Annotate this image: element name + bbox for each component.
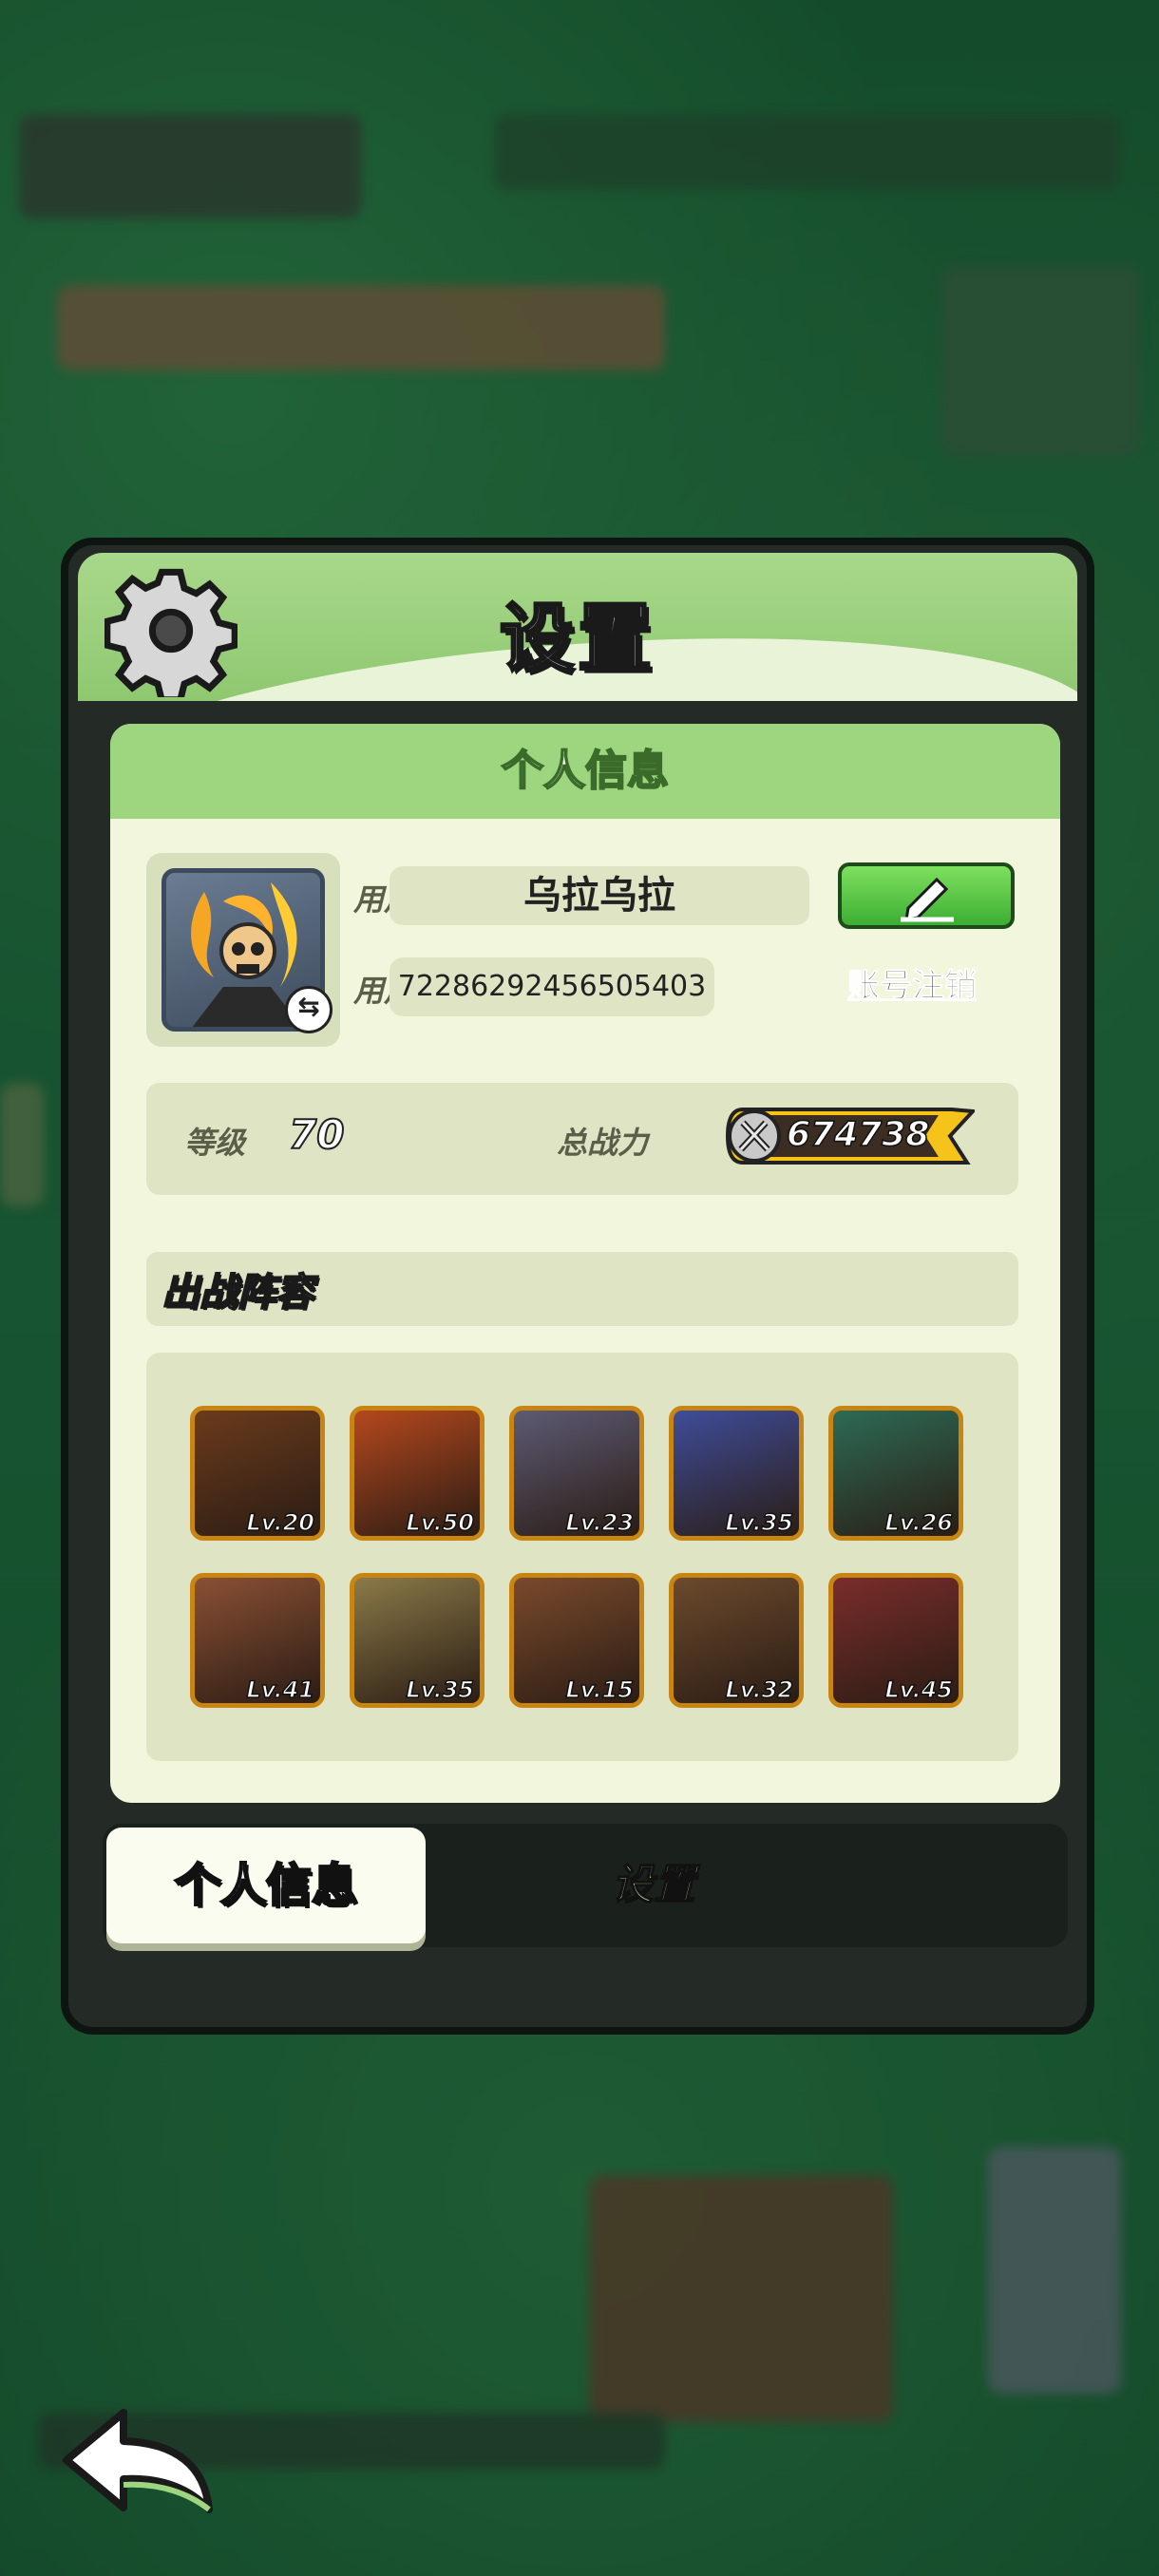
- power-badge: 674738: [724, 1106, 975, 1166]
- hero-slot-9[interactable]: Lv.32: [669, 1573, 804, 1708]
- lineup-grid: Lv.20 Lv.50 Lv.23 Lv.35 Lv.26 Lv.41 Lv.3…: [146, 1353, 1018, 1761]
- hero-level: Lv.35: [725, 1508, 794, 1536]
- hero-slot-10[interactable]: Lv.45: [828, 1573, 963, 1708]
- hero-slot-1[interactable]: Lv.20: [190, 1406, 325, 1541]
- profile-card: 个人信息 ⇆ 用户昵称 乌拉乌拉: [110, 724, 1060, 1803]
- hero-level: Lv.23: [565, 1508, 635, 1536]
- panel-title: 设置: [498, 596, 656, 684]
- hero-level: Lv.45: [884, 1676, 954, 1703]
- hero-level: Lv.32: [725, 1676, 794, 1703]
- swap-icon[interactable]: ⇆: [285, 986, 332, 1033]
- hero-slot-3[interactable]: Lv.23: [509, 1406, 644, 1541]
- hero-level: Lv.15: [565, 1676, 635, 1703]
- hero-level: Lv.41: [246, 1676, 315, 1703]
- pencil-icon: [901, 877, 954, 922]
- tab-settings[interactable]: 设置: [511, 1828, 796, 1943]
- tab-profile-label: 个人信息: [174, 1858, 359, 1914]
- user-id-value: 72286292456505403: [390, 957, 714, 1016]
- tab-profile[interactable]: 个人信息: [106, 1828, 426, 1943]
- hero-level: Lv.26: [884, 1508, 954, 1536]
- hero-slot-2[interactable]: Lv.50: [350, 1406, 484, 1541]
- stats-row: 等级 70 总战力 674738: [146, 1083, 1018, 1195]
- level-label: 等级: [184, 1125, 246, 1161]
- power-value: 674738: [786, 1114, 930, 1155]
- lineup-title: 出战阵容: [161, 1270, 314, 1316]
- tab-settings-label: 设置: [611, 1860, 696, 1910]
- avatar-frame[interactable]: ⇆: [146, 853, 340, 1047]
- panel-header: 设置: [78, 553, 1077, 701]
- level-value: 70: [288, 1110, 345, 1159]
- hero-slot-5[interactable]: Lv.26: [828, 1406, 963, 1541]
- cancel-account-link[interactable]: 账号注销: [847, 959, 978, 1006]
- lineup-header: 出战阵容: [146, 1252, 1018, 1326]
- hero-slot-6[interactable]: Lv.41: [190, 1573, 325, 1708]
- hero-level: Lv.35: [406, 1676, 475, 1703]
- hero-level: Lv.20: [246, 1508, 315, 1536]
- power-label: 总战力: [557, 1125, 649, 1161]
- hero-slot-7[interactable]: Lv.35: [350, 1573, 484, 1708]
- hero-slot-4[interactable]: Lv.35: [669, 1406, 804, 1541]
- panel-tabs: 个人信息 设置: [103, 1824, 1068, 1947]
- nickname-value: 乌拉乌拉: [390, 866, 809, 925]
- profile-section-header: 个人信息: [110, 724, 1060, 819]
- edit-nickname-button[interactable]: [838, 862, 1015, 929]
- hero-level: Lv.50: [406, 1508, 475, 1536]
- settings-panel: 设置 个人信息 ⇆ 用户昵称 乌拉乌拉: [61, 538, 1094, 2035]
- hero-slot-8[interactable]: Lv.15: [509, 1573, 644, 1708]
- back-arrow-icon[interactable]: [57, 2403, 218, 2517]
